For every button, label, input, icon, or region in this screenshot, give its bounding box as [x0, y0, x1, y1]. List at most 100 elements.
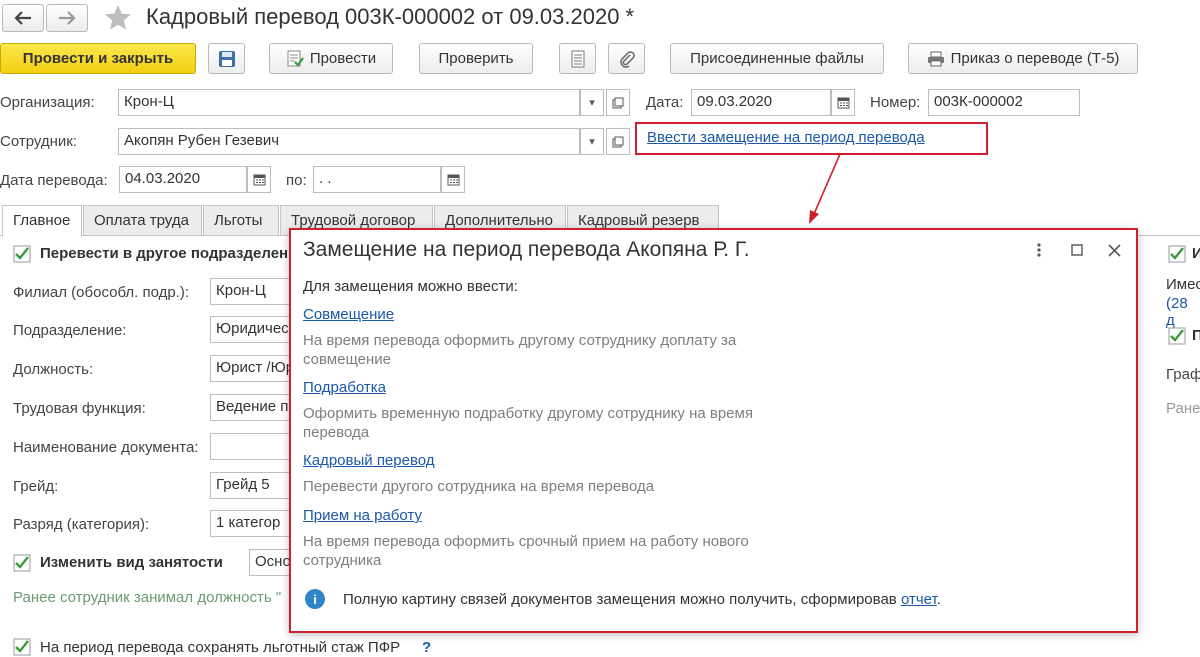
close-icon — [1107, 243, 1121, 257]
tab-pay[interactable]: Оплата труда — [83, 205, 202, 235]
option-part-time-desc: Оформить временную подработку другому со… — [303, 405, 753, 441]
info-message: Полную картину связей документов замещен… — [343, 591, 941, 608]
right-text-2: Имес — [1166, 276, 1200, 293]
grade-label: Грейд: — [13, 478, 59, 495]
arrow-left-icon — [14, 11, 31, 25]
annotation-arrow — [809, 153, 841, 224]
more-vertical-icon — [1037, 243, 1041, 257]
function-field[interactable]: Ведение п — [210, 394, 300, 421]
org-label: Организация: — [0, 94, 95, 111]
post-button[interactable]: Провести — [269, 43, 393, 74]
date-label: Дата: — [646, 94, 684, 111]
employee-open-button[interactable] — [606, 128, 630, 155]
right-text-6: Ране — [1166, 400, 1200, 417]
employment-checkbox[interactable] — [13, 554, 31, 572]
option-transfer-link[interactable]: Кадровый перевод — [303, 452, 435, 469]
right-checkbox-1-label: И — [1192, 245, 1200, 262]
post-and-close-label: Провести и закрыть — [22, 50, 174, 67]
transfer-checkbox-label: Перевести в другое подразделение — [40, 245, 306, 262]
date-field[interactable]: 09.03.2020 — [691, 89, 831, 116]
replacement-link[interactable]: Ввести замещение на период перевода — [647, 129, 925, 146]
report-link[interactable]: отчет — [901, 591, 937, 608]
grade-field[interactable]: Грейд 5 — [210, 472, 300, 499]
position-label: Должность: — [13, 361, 94, 378]
option-hiring-link[interactable]: Прием на работу — [303, 507, 422, 524]
employee-label: Сотрудник: — [0, 133, 78, 150]
window-title: Кадровый перевод 003К-000002 от 09.03.20… — [146, 4, 635, 29]
right-text-3[interactable]: (28 д — [1166, 295, 1200, 329]
rank-field[interactable]: 1 категор — [210, 510, 300, 537]
employee-dropdown-button[interactable]: ▾ — [580, 128, 604, 155]
pfr-help-link[interactable]: ? — [422, 639, 431, 656]
open-window-icon — [612, 136, 624, 147]
checkmark-icon — [13, 554, 31, 572]
branch-label: Филиал (обособл. подр.): — [13, 284, 190, 301]
dept-label: Подразделение: — [13, 322, 127, 339]
right-checkbox-2[interactable] — [1168, 327, 1186, 345]
calendar-icon — [253, 174, 265, 186]
check-label: Проверить — [438, 50, 514, 67]
maximize-icon — [1071, 244, 1083, 256]
info-end: . — [936, 591, 941, 608]
doc-name-field[interactable] — [210, 433, 300, 460]
org-dropdown-button[interactable]: ▾ — [580, 89, 604, 116]
right-text-5: Граф — [1166, 366, 1200, 383]
right-checkbox-1[interactable] — [1168, 245, 1186, 263]
info-text: Полную картину связей документов замещен… — [343, 591, 901, 608]
branch-field[interactable]: Крон-Ц — [210, 278, 300, 305]
checkmark-icon — [1168, 327, 1186, 345]
printer-icon — [927, 51, 944, 66]
arrow-right-icon — [59, 11, 76, 25]
dialog-more-button[interactable] — [1029, 240, 1049, 260]
previous-position-note: Ранее сотрудник занимал должность " — [13, 589, 282, 606]
list-button[interactable] — [559, 43, 596, 74]
dialog-title: Замещение на период перевода Акопяна Р. … — [303, 238, 750, 261]
attached-files-button[interactable]: Присоединенные файлы — [670, 43, 884, 74]
org-open-button[interactable] — [606, 89, 630, 116]
number-field[interactable]: 003К-000002 — [928, 89, 1080, 116]
pfr-checkbox[interactable] — [13, 638, 31, 656]
option-combination-link[interactable]: Совмещение — [303, 306, 394, 323]
print-order-button[interactable]: Приказ о переводе (Т-5) — [908, 43, 1138, 74]
option-combination-desc: На время перевода оформить другому сотру… — [303, 332, 737, 368]
dialog-close-button[interactable] — [1104, 240, 1124, 260]
post-and-close-button[interactable]: Провести и закрыть — [0, 43, 196, 74]
save-button[interactable] — [208, 43, 245, 74]
number-label: Номер: — [870, 94, 921, 111]
chevron-down-icon: ▾ — [589, 136, 595, 148]
replacement-dialog: Замещение на период перевода Акопяна Р. … — [289, 228, 1138, 633]
floppy-disk-icon — [218, 50, 235, 67]
calendar-icon — [447, 174, 459, 186]
transfer-date-field[interactable]: 04.03.2020 — [119, 166, 247, 193]
tab-main[interactable]: Главное — [2, 205, 82, 237]
employee-field[interactable]: Акопян Рубен Гезевич — [118, 128, 580, 155]
option-part-time-link[interactable]: Подработка — [303, 379, 386, 396]
employment-checkbox-label: Изменить вид занятости — [40, 554, 223, 571]
dialog-maximize-button[interactable] — [1067, 240, 1087, 260]
transfer-checkbox[interactable] — [13, 245, 31, 263]
favorite-star-icon[interactable] — [104, 4, 132, 31]
checkmark-icon — [1168, 245, 1186, 263]
to-date-field[interactable]: . . — [313, 166, 441, 193]
chevron-down-icon: ▾ — [589, 97, 595, 109]
open-window-icon — [612, 97, 624, 108]
post-document-icon — [287, 50, 304, 67]
to-date-calendar-button[interactable] — [441, 166, 465, 193]
tab-benefits[interactable]: Льготы — [203, 205, 279, 235]
info-icon: i — [305, 589, 325, 609]
forward-button[interactable] — [46, 4, 88, 32]
position-field[interactable]: Юрист /Юр — [210, 355, 300, 382]
attached-files-label: Присоединенные файлы — [690, 50, 864, 67]
check-button[interactable]: Проверить — [419, 43, 533, 74]
date-calendar-button[interactable] — [831, 89, 855, 116]
function-label: Трудовая функция: — [13, 400, 146, 417]
option-hiring-desc: На время перевода оформить срочный прием… — [303, 533, 749, 569]
transfer-date-calendar-button[interactable] — [247, 166, 271, 193]
org-field[interactable]: Крон-Ц — [118, 89, 580, 116]
paperclip-icon — [619, 50, 635, 68]
checkmark-icon — [13, 245, 31, 263]
print-order-label: Приказ о переводе (Т-5) — [950, 50, 1120, 67]
attach-button[interactable] — [608, 43, 645, 74]
back-button[interactable] — [2, 4, 44, 32]
dept-field[interactable]: Юридический — [210, 316, 300, 343]
